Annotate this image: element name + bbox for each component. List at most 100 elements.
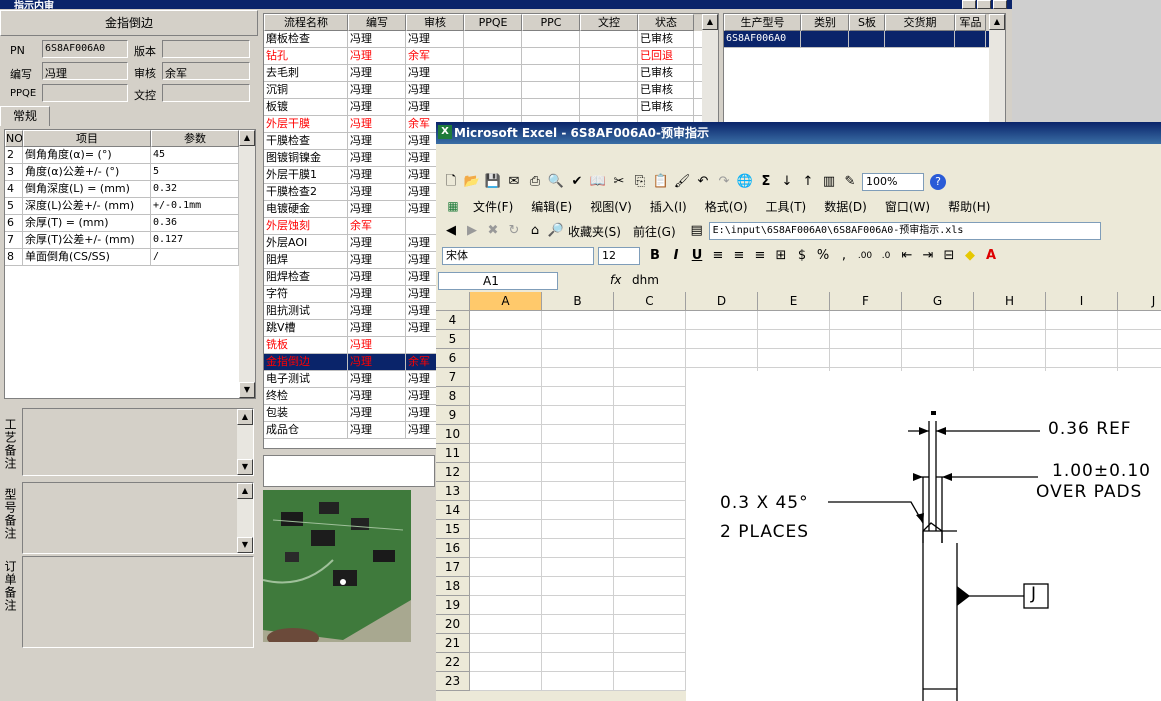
sheet-cell[interactable]	[470, 482, 542, 501]
scroll-up-arrow-icon[interactable]: ▲	[702, 14, 718, 30]
params-scrollbar[interactable]: ▲ ▼	[239, 130, 255, 398]
search-web-icon[interactable]: 🔎	[547, 222, 565, 240]
flow-row[interactable]: 板镀 冯理 冯理 已审核	[264, 99, 718, 116]
goto-menu[interactable]: 前往(G)	[633, 223, 676, 240]
row-header[interactable]: 8	[436, 387, 470, 406]
column-header-h[interactable]: H	[974, 292, 1046, 311]
flow-row[interactable]: 去毛刺 冯理 冯理 已审核	[264, 65, 718, 82]
row-header[interactable]: 21	[436, 634, 470, 653]
undo-icon[interactable]: ↶	[694, 173, 712, 191]
sheet-cell[interactable]	[470, 501, 542, 520]
print-preview-icon[interactable]: 🔍	[547, 173, 565, 191]
sheet-cell[interactable]	[686, 330, 758, 349]
row-header[interactable]: 13	[436, 482, 470, 501]
sheet-cell[interactable]	[542, 672, 614, 691]
flow-row[interactable]: 沉铜 冯理 冯理 已审核	[264, 82, 718, 99]
column-header-g[interactable]: G	[902, 292, 974, 311]
column-header-i[interactable]: I	[1046, 292, 1118, 311]
menu-insert[interactable]: 插入(I)	[650, 198, 687, 215]
prod-row[interactable]: 6S8AF006A0	[724, 31, 1005, 48]
select-all-corner[interactable]	[436, 292, 470, 311]
favorites-menu[interactable]: 收藏夹(S)	[568, 223, 621, 240]
refresh-icon[interactable]: ↻	[505, 222, 523, 240]
row-header[interactable]: 10	[436, 425, 470, 444]
close-button[interactable]	[993, 0, 1007, 9]
sheet-cell[interactable]	[470, 596, 542, 615]
align-right-icon[interactable]: ≡	[751, 247, 769, 265]
sheet-cell[interactable]	[686, 349, 758, 368]
sheet-cell[interactable]	[1118, 349, 1161, 368]
sheet-cell[interactable]	[470, 634, 542, 653]
sheet-cell[interactable]	[542, 349, 614, 368]
sheet-cell[interactable]	[542, 615, 614, 634]
sheet-cell[interactable]	[614, 558, 686, 577]
column-header-f[interactable]: F	[830, 292, 902, 311]
row-header[interactable]: 6	[436, 349, 470, 368]
font-size-select[interactable]: 12	[598, 247, 640, 265]
param-row[interactable]: 6 余厚(T) = (mm) 0.36	[5, 215, 255, 232]
sheet-cell[interactable]	[470, 558, 542, 577]
sheet-cell[interactable]	[470, 330, 542, 349]
sheet-cell[interactable]	[542, 596, 614, 615]
sheet-cell[interactable]	[902, 311, 974, 330]
sheet-cell[interactable]	[614, 444, 686, 463]
param-row[interactable]: 7 余厚(T)公差+/- (mm) 0.127	[5, 232, 255, 249]
prod-scrollbar[interactable]: ▲	[989, 14, 1005, 124]
sheet-cell[interactable]	[470, 349, 542, 368]
row-header[interactable]: 20	[436, 615, 470, 634]
sheet-cell[interactable]	[470, 653, 542, 672]
sheet-cell[interactable]	[1118, 330, 1161, 349]
flow-row[interactable]: 磨板检查 冯理 冯理 已审核	[264, 31, 718, 48]
row-header[interactable]: 12	[436, 463, 470, 482]
column-header-e[interactable]: E	[758, 292, 830, 311]
sheet-cell[interactable]	[614, 653, 686, 672]
sheet-cell[interactable]	[470, 387, 542, 406]
scroll-up-arrow-icon[interactable]: ▲	[237, 409, 253, 425]
sheet-cell[interactable]	[614, 406, 686, 425]
ppqe-field[interactable]	[42, 84, 128, 102]
home-icon[interactable]: ⌂	[526, 222, 544, 240]
sheet-cell[interactable]	[614, 311, 686, 330]
sheet-cell[interactable]	[758, 330, 830, 349]
fill-color-icon[interactable]: ◆	[961, 247, 979, 265]
sheet-cell[interactable]	[614, 463, 686, 482]
back-icon[interactable]: ◀	[442, 222, 460, 240]
sheet-cell[interactable]	[830, 311, 902, 330]
sheet-cell[interactable]	[470, 406, 542, 425]
copy-icon[interactable]: ⎘	[631, 173, 649, 191]
sheet-cell[interactable]	[542, 368, 614, 387]
row-header[interactable]: 23	[436, 672, 470, 691]
sheet-cell[interactable]	[758, 311, 830, 330]
sheet-cell[interactable]	[542, 311, 614, 330]
sheet-cell[interactable]	[614, 368, 686, 387]
permission-icon[interactable]: ✉	[505, 173, 523, 191]
sheet-cell[interactable]	[470, 444, 542, 463]
row-header[interactable]: 19	[436, 596, 470, 615]
sheet-cell[interactable]	[470, 672, 542, 691]
sheet-cell[interactable]	[614, 634, 686, 653]
row-header[interactable]: 17	[436, 558, 470, 577]
row-header[interactable]: 22	[436, 653, 470, 672]
menu-format[interactable]: 格式(O)	[705, 198, 748, 215]
stop-icon[interactable]: ✖	[484, 222, 502, 240]
model-note-box[interactable]: ▲ ▼	[22, 482, 254, 554]
sheet-cell[interactable]	[542, 330, 614, 349]
sheet-cell[interactable]	[1046, 349, 1118, 368]
row-header[interactable]: 9	[436, 406, 470, 425]
menu-data[interactable]: 数据(D)	[824, 198, 867, 215]
sheet-cell[interactable]	[614, 520, 686, 539]
sheet-cell[interactable]	[542, 482, 614, 501]
print-icon[interactable]: ⎙	[526, 173, 544, 191]
format-painter-icon[interactable]: 🖌	[673, 173, 691, 191]
drawing-icon[interactable]: ✎	[841, 173, 859, 191]
row-header[interactable]: 11	[436, 444, 470, 463]
param-row[interactable]: 5 深度(L)公差+/- (mm) +/-0.1mm	[5, 198, 255, 215]
sheet-cell[interactable]	[614, 482, 686, 501]
spelling-icon[interactable]: ✔	[568, 173, 586, 191]
percent-icon[interactable]: %	[814, 247, 832, 265]
sheet-cell[interactable]	[542, 425, 614, 444]
sheet-cell[interactable]	[542, 577, 614, 596]
sheet-cell[interactable]	[614, 615, 686, 634]
sheet-cell[interactable]	[542, 653, 614, 672]
sheet-cell[interactable]	[1118, 311, 1161, 330]
